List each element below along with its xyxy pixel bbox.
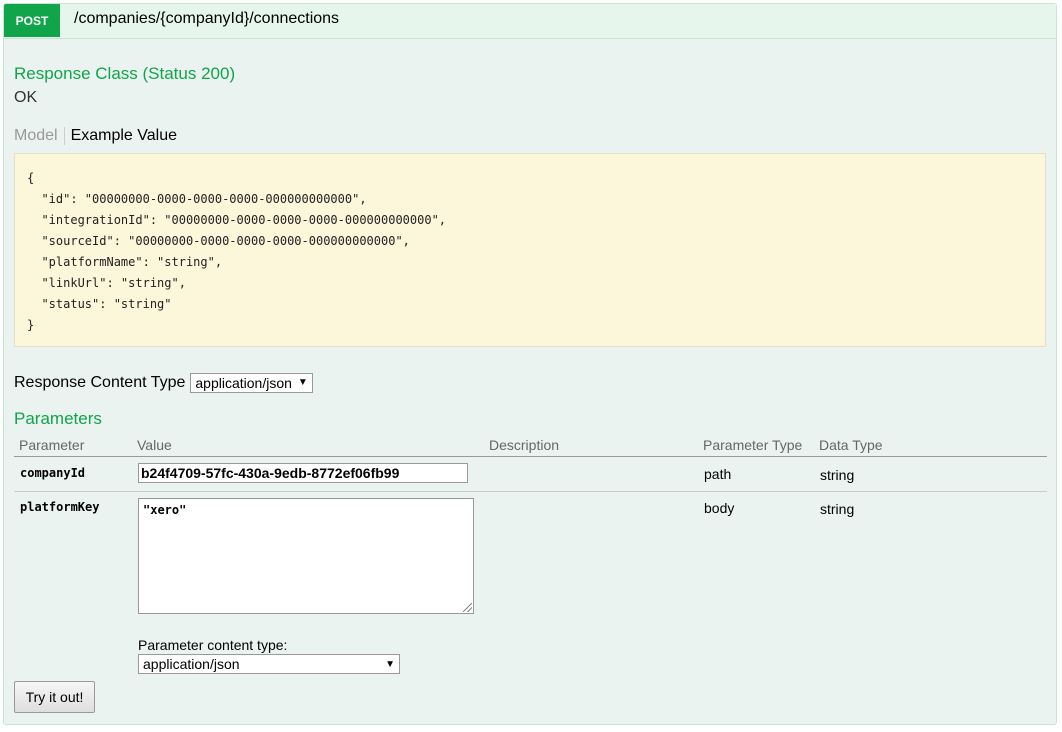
parameter-content-type-value: application/json	[143, 656, 240, 672]
companyid-input[interactable]: b24f4709-57fc-430a-9edb-8772ef06fb99	[138, 463, 468, 483]
operation-panel: POST /companies/{companyId}/connections …	[3, 3, 1057, 725]
tab-example-value[interactable]: Example Value	[65, 127, 177, 145]
table-row-divider	[14, 491, 1047, 492]
chevron-down-icon: ▼	[385, 658, 395, 670]
response-class-title: Response Class (Status 200)	[14, 64, 236, 83]
platformkey-textarea[interactable]: "xero"	[138, 498, 474, 614]
response-content-type-select[interactable]: application/json ▼	[190, 373, 313, 393]
param-type-companyid: path	[704, 466, 732, 482]
col-header-value: Value	[137, 437, 172, 453]
resize-handle-icon[interactable]	[463, 603, 472, 612]
param-name-platformkey: platformKey	[20, 500, 100, 514]
example-value-box[interactable]: { "id": "00000000-0000-0000-0000-0000000…	[14, 153, 1046, 347]
param-name-companyid: companyId	[20, 466, 86, 480]
table-header-divider	[14, 456, 1047, 457]
col-header-data-type: Data Type	[819, 437, 883, 453]
data-type-platformkey: string	[820, 501, 855, 517]
response-content-type: Response Content Type application/json ▼	[14, 373, 313, 393]
parameter-content-type-label: Parameter content type:	[138, 637, 288, 653]
response-status-text: OK	[14, 89, 38, 106]
col-header-parameter: Parameter	[19, 437, 85, 453]
chevron-down-icon: ▼	[297, 377, 308, 388]
platformkey-value: "xero"	[143, 503, 187, 517]
endpoint-path[interactable]: /companies/{companyId}/connections	[74, 10, 339, 28]
operation-heading[interactable]: POST /companies/{companyId}/connections	[4, 4, 1056, 39]
col-header-description: Description	[489, 437, 560, 453]
tab-model[interactable]: Model	[14, 127, 65, 145]
data-type-companyid: string	[820, 467, 855, 483]
col-header-parameter-type: Parameter Type	[703, 437, 803, 453]
try-it-out-button[interactable]: Try it out!	[14, 681, 95, 713]
http-method-badge[interactable]: POST	[4, 4, 60, 37]
response-tabs: Model Example Value	[14, 122, 177, 150]
response-content-type-value: application/json	[195, 375, 292, 391]
response-content-type-label: Response Content Type	[14, 374, 186, 391]
parameters-title: Parameters	[14, 409, 102, 428]
example-json: { "id": "00000000-0000-0000-0000-0000000…	[27, 171, 447, 332]
parameter-content-type-select[interactable]: application/json ▼	[138, 654, 400, 674]
param-type-platformkey: body	[704, 500, 735, 516]
